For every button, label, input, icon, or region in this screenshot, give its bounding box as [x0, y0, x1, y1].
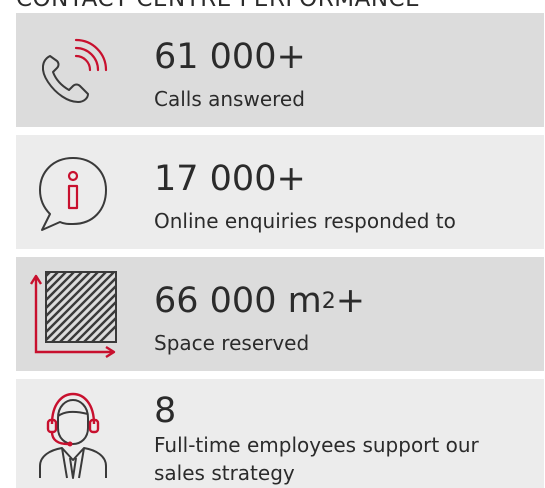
section-heading: CONTACT CENTRE PERFORMANCE [16, 0, 420, 14]
stat-figure-superscript: 2 [321, 289, 336, 314]
stat-caption: Space reserved [154, 331, 310, 355]
headset-agent-icon [28, 392, 118, 482]
stat-figure: 61 000+ [154, 37, 306, 77]
stat-online-enquiries: 17 000+ Online enquiries responded to [16, 135, 544, 249]
stat-figure: 17 000+ [154, 159, 306, 199]
stat-employees: 8 Full-time employees support our sales … [16, 379, 544, 488]
stat-figure-main: 66 000 m [154, 281, 322, 321]
phone-ringing-icon [28, 26, 118, 116]
floor-area-icon [28, 270, 118, 360]
stat-figure: 66 000 m2+ [154, 281, 365, 326]
info-speech-bubble-icon [28, 148, 118, 238]
stat-space-reserved: 66 000 m2+ Space reserved [16, 257, 544, 371]
stat-calls-answered: 61 000+ Calls answered [16, 13, 544, 127]
stat-caption: Online enquiries responded to [154, 209, 456, 233]
stat-caption-line-1: Full-time employees support our [154, 433, 479, 457]
stat-caption-line-2: sales strategy [154, 461, 295, 485]
stat-figure: 8 [154, 391, 177, 431]
stat-caption: Calls answered [154, 87, 305, 111]
stat-figure-suffix: + [335, 281, 366, 321]
